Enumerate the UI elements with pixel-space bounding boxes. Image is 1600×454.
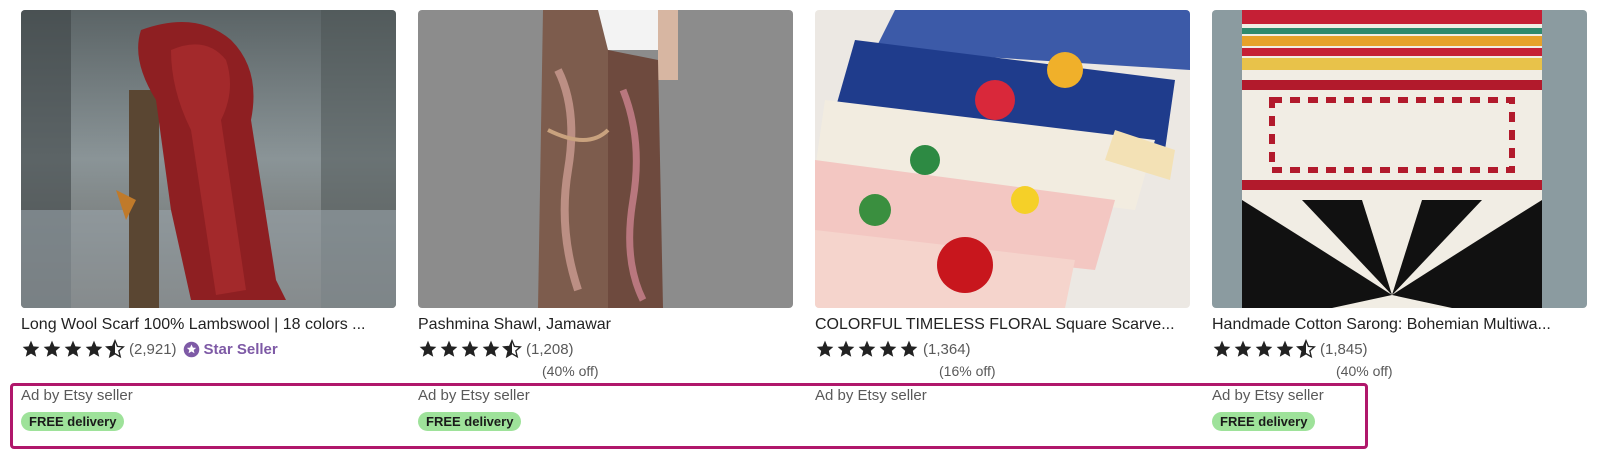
review-count: (1,208) — [526, 340, 574, 358]
listing-title[interactable]: Long Wool Scarf 100% Lambswool | 18 colo… — [21, 314, 396, 336]
discount-label — [145, 361, 396, 381]
listing-card[interactable]: Pashmina Shawl, Jamawar (1,208) (40% off… — [418, 10, 793, 431]
half-star-icon — [105, 339, 125, 359]
listing-image-pashmina-shawl[interactable] — [418, 10, 793, 308]
star-icon — [1255, 340, 1273, 357]
star-seller-badge: Star Seller — [183, 341, 278, 358]
discount-label: (40% off) — [1336, 363, 1393, 379]
star-icon — [43, 340, 61, 357]
star-icon — [816, 340, 834, 357]
star-icon — [64, 340, 82, 357]
review-count: (1,364) — [923, 340, 971, 358]
star-seller-badge-icon — [183, 341, 199, 357]
listing-image-cotton-sarong[interactable] — [1212, 10, 1587, 308]
star-seller-label: Star Seller — [203, 340, 278, 358]
star-icon — [1276, 340, 1294, 357]
star-icon — [879, 340, 897, 357]
star-rating — [418, 339, 522, 359]
half-star-icon — [1296, 339, 1316, 359]
review-count: (2,921) — [129, 340, 177, 358]
star-icon — [85, 340, 103, 357]
listing-card[interactable]: Long Wool Scarf 100% Lambswool | 18 colo… — [21, 10, 396, 431]
listing-title[interactable]: COLORFUL TIMELESS FLORAL Square Scarve..… — [815, 314, 1190, 336]
half-star-icon — [502, 339, 522, 359]
rating-row: (1,845) — [1212, 337, 1587, 361]
ad-row-highlight — [10, 383, 1368, 449]
discount-label: (40% off) — [542, 363, 599, 379]
star-icon — [1234, 340, 1252, 357]
rating-row: (2,921) Star Seller — [21, 337, 396, 361]
discount-label: (16% off) — [939, 363, 996, 379]
listing-image-red-scarf[interactable] — [21, 10, 396, 308]
rating-row: (1,208) — [418, 337, 793, 361]
star-icon — [22, 340, 40, 357]
star-icon — [1213, 340, 1231, 357]
star-icon — [419, 340, 437, 357]
star-icon — [440, 340, 458, 357]
star-rating — [1212, 339, 1316, 359]
listing-title[interactable]: Handmade Cotton Sarong: Bohemian Multiwa… — [1212, 314, 1587, 336]
listing-card[interactable]: Handmade Cotton Sarong: Bohemian Multiwa… — [1212, 10, 1587, 431]
star-icon — [461, 340, 479, 357]
listing-title[interactable]: Pashmina Shawl, Jamawar — [418, 314, 793, 336]
star-icon — [837, 340, 855, 357]
listing-card[interactable]: COLORFUL TIMELESS FLORAL Square Scarve..… — [815, 10, 1190, 404]
review-count: (1,845) — [1320, 340, 1368, 358]
star-icon — [858, 340, 876, 357]
star-icon — [900, 340, 918, 357]
star-rating — [21, 339, 125, 359]
star-rating — [815, 339, 919, 359]
rating-row: (1,364) — [815, 337, 1190, 361]
listing-image-floral-scarves[interactable] — [815, 10, 1190, 308]
star-icon — [482, 340, 500, 357]
